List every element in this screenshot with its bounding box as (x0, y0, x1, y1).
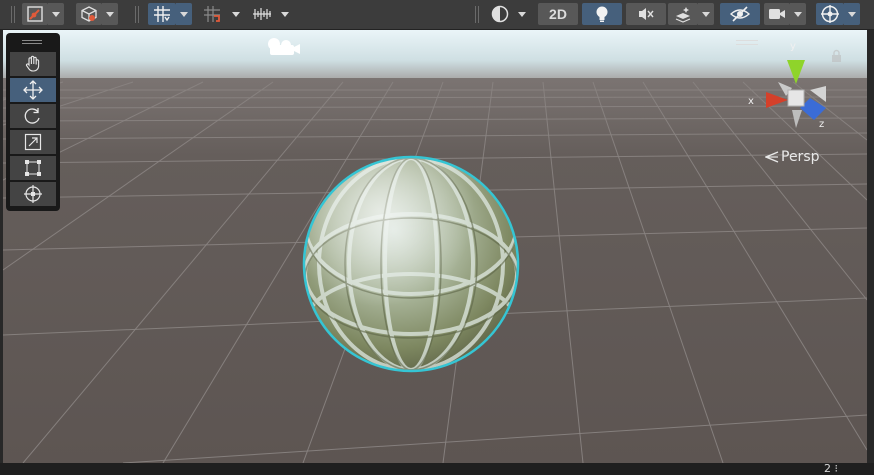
scene-render (3, 30, 867, 463)
increment-snap-icon (204, 6, 220, 22)
global-local-dropdown[interactable] (102, 3, 118, 25)
perspective-icon (765, 151, 779, 163)
tools-overlay-handle[interactable] (22, 40, 42, 45)
gizmo-menu-handle[interactable] (736, 40, 758, 46)
snap-align-dropdown[interactable] (277, 3, 293, 25)
scene-viewport[interactable]: y x z (3, 30, 867, 463)
tools-overlay (6, 33, 60, 211)
rect-tool-button[interactable] (10, 156, 56, 180)
projection-toggle[interactable]: Persp (765, 149, 820, 165)
effects-button[interactable] (668, 3, 698, 25)
move-arrows-icon (23, 80, 43, 100)
gizmos-dropdown[interactable] (844, 3, 860, 25)
scene-toolbar: 2D (0, 0, 874, 30)
camera-icon (769, 9, 785, 19)
draw-mode-dropdown[interactable] (514, 3, 530, 25)
lighting-icon (596, 6, 608, 22)
effects-dropdown[interactable] (698, 3, 714, 25)
gizmos-button[interactable] (816, 3, 844, 25)
scene-visibility-button[interactable] (720, 3, 760, 25)
bottom-indicator: 2 ⁝ (824, 462, 838, 475)
transform-icon (24, 185, 42, 203)
lighting-toggle-button[interactable] (582, 3, 622, 25)
grid-snap-button[interactable] (148, 3, 176, 25)
toolbar-grip-2[interactable] (134, 6, 140, 23)
2d-label: 2D (549, 6, 567, 22)
snap-align-icon (253, 8, 271, 20)
increment-snap-button[interactable] (198, 3, 226, 25)
global-local-icon (81, 6, 97, 22)
projection-label: Persp (781, 149, 820, 165)
draw-mode-button[interactable] (486, 3, 514, 25)
hand-icon (25, 55, 40, 72)
audio-mute-icon (639, 8, 654, 20)
bottom-strip (0, 463, 874, 475)
rect-transform-icon (25, 160, 41, 176)
camera-settings-dropdown[interactable] (790, 3, 806, 25)
transform-tool-button[interactable] (10, 182, 56, 206)
tool-handle-position-button[interactable] (22, 3, 48, 25)
toolbar-grip[interactable] (10, 6, 16, 23)
gizmos-icon (821, 5, 839, 23)
hidden-visibility-icon (730, 6, 750, 22)
increment-snap-dropdown[interactable] (228, 3, 244, 25)
grid-snap-icon (154, 6, 170, 22)
2d-toggle-button[interactable]: 2D (538, 3, 578, 25)
camera-settings-button[interactable] (764, 3, 790, 25)
axis-x-label: x (748, 96, 754, 107)
scale-icon (24, 133, 42, 151)
effects-icon (675, 7, 691, 23)
draw-mode-icon (491, 5, 509, 23)
sphere-object[interactable] (302, 154, 520, 374)
tool-handle-position-icon (27, 6, 43, 22)
toolbar-grip-3[interactable] (474, 6, 480, 23)
rotate-tool-button[interactable] (10, 104, 56, 128)
grid-snap-dropdown[interactable] (176, 3, 192, 25)
rotate-icon (24, 108, 40, 124)
axis-z-label: z (819, 119, 825, 130)
snap-align-button[interactable] (248, 3, 276, 25)
move-tool-button[interactable] (10, 78, 56, 102)
axis-y-label: y (790, 41, 796, 52)
hand-tool-button[interactable] (10, 52, 56, 76)
global-local-button[interactable] (76, 3, 102, 25)
scale-tool-button[interactable] (10, 130, 56, 154)
audio-toggle-button[interactable] (626, 3, 666, 25)
tool-handle-dropdown[interactable] (48, 3, 64, 25)
